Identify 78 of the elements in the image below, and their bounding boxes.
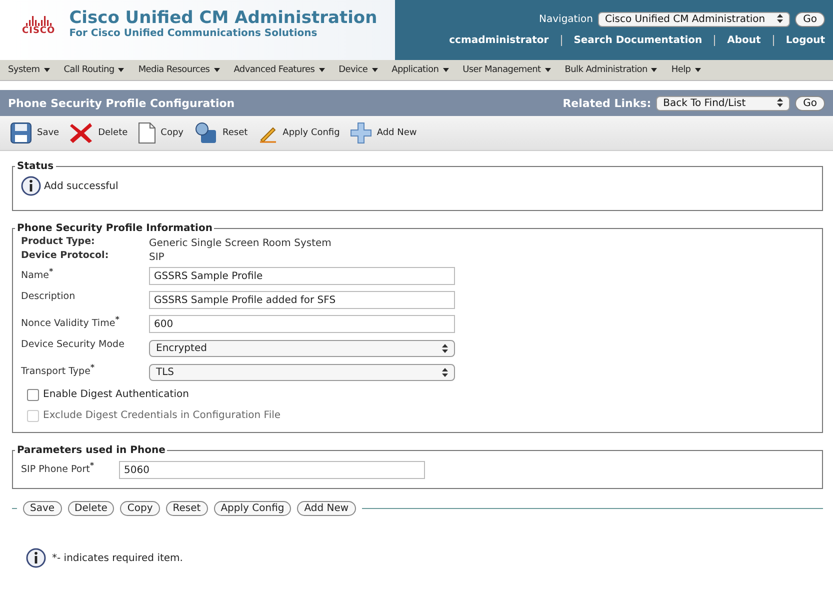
logo-text: CISCO — [22, 26, 56, 36]
field-label: SIP Phone Port$^{*}$ — [21, 460, 96, 476]
copy-tool-button[interactable]: Copy — [138, 122, 184, 144]
menu-item[interactable]: System — [8, 65, 50, 75]
navigation-select[interactable]: Cisco Unified CM Administration — [598, 12, 790, 27]
caret-icon — [442, 68, 449, 72]
action-button[interactable]: Delete — [68, 501, 114, 516]
save-tool-button[interactable]: Save — [10, 122, 60, 144]
input-field[interactable]: GSSRS Sample Profile — [149, 267, 455, 285]
app-title: Cisco Unified CM Administration — [69, 8, 378, 28]
input-field[interactable]: 600 — [149, 315, 455, 333]
navigation-label: Navigation — [539, 14, 593, 25]
caret-icon — [214, 68, 220, 72]
up-down-arrows-icon — [777, 98, 784, 106]
checkbox-label: Enable Digest Authentication — [43, 389, 189, 400]
field-value: SIP — [149, 252, 164, 262]
reset-tool-button[interactable]: Reset — [194, 122, 248, 144]
action-button[interactable]: Copy — [120, 501, 160, 516]
field-label: Transport Type$^{*}$ — [21, 362, 96, 378]
caret-icon — [318, 68, 325, 72]
input-field[interactable]: GSSRS Sample Profile added for SFS — [149, 291, 455, 309]
field-label: Device Protocol: — [21, 250, 110, 261]
header-link[interactable]: About — [727, 35, 761, 46]
caret-icon — [651, 68, 658, 72]
delete-x-icon — [69, 122, 94, 144]
caret-icon — [544, 68, 551, 72]
panel-legend: Phone Security Profile Information — [15, 223, 214, 234]
checkbox-label: Exclude Digest Credentials in Configuration File — [43, 410, 281, 421]
field-label: Device Security Mode — [21, 338, 126, 350]
plus-icon — [350, 122, 372, 144]
cisco-bars-icon — [26, 16, 52, 26]
up-down-arrows-icon — [442, 344, 448, 352]
menu-item[interactable]: Call Routing — [64, 65, 124, 75]
go-button[interactable]: Go — [795, 12, 825, 27]
menu-item[interactable]: Bulk Administration — [564, 65, 658, 75]
menu-item[interactable]: Advanced Features — [234, 65, 325, 75]
select-field[interactable]: Encrypted — [149, 340, 455, 356]
caret-icon — [372, 68, 378, 72]
action-button[interactable]: Apply Config — [214, 501, 292, 516]
up-down-arrows-icon — [777, 14, 784, 23]
menu-item[interactable]: Help — [671, 65, 701, 75]
field-label: Name$^{*}$ — [21, 266, 54, 282]
menu-item[interactable]: User Management — [462, 65, 551, 75]
field-label: Nonce Validity Time$^{*}$ — [21, 314, 120, 330]
action-button[interactable]: Save — [23, 501, 62, 516]
go-button[interactable]: Go — [795, 96, 825, 110]
user-name: ccmadministrator — [449, 35, 549, 46]
up-down-arrows-icon — [442, 368, 448, 376]
related-links-label: Related Links: — [562, 96, 652, 110]
checkbox[interactable] — [27, 388, 39, 400]
action-button[interactable]: Add New — [297, 501, 356, 516]
menu-item[interactable]: Device — [338, 65, 378, 75]
field-label: Product Type: — [21, 236, 96, 247]
add-tool-button[interactable]: Add New — [350, 122, 417, 144]
page-title: Phone Security Profile Configuration — [8, 96, 235, 110]
select-field[interactable]: TLS — [149, 364, 455, 380]
caret-icon — [44, 68, 50, 72]
delete-tool-button[interactable]: Delete — [69, 122, 128, 144]
required-note: *- indicates required item. — [52, 552, 183, 564]
status-message: Add successful — [44, 180, 118, 192]
info-icon — [21, 176, 41, 196]
field-label: Description — [21, 290, 76, 302]
caret-icon — [118, 68, 124, 72]
document-icon — [138, 122, 156, 144]
menu-item[interactable]: Media Resources — [138, 65, 220, 75]
field-value: Generic Single Screen Room System — [149, 238, 332, 248]
header-link[interactable]: Logout — [786, 35, 825, 46]
input-field[interactable]: 5060 — [119, 461, 425, 479]
panel-legend: Parameters used in Phone — [15, 445, 168, 456]
menu-item[interactable]: Application — [392, 65, 449, 75]
related-links-select[interactable]: Back To Find/List — [656, 96, 790, 110]
header-link[interactable]: Search Documentation — [574, 35, 702, 46]
app-subtitle: For Cisco Unified Communications Solutions — [69, 28, 318, 39]
action-button[interactable]: Reset — [166, 501, 208, 516]
apply-tool-button[interactable]: Apply Config — [258, 123, 340, 143]
panel-legend: Status — [15, 161, 56, 172]
info-icon — [26, 548, 46, 568]
caret-icon — [694, 68, 701, 72]
